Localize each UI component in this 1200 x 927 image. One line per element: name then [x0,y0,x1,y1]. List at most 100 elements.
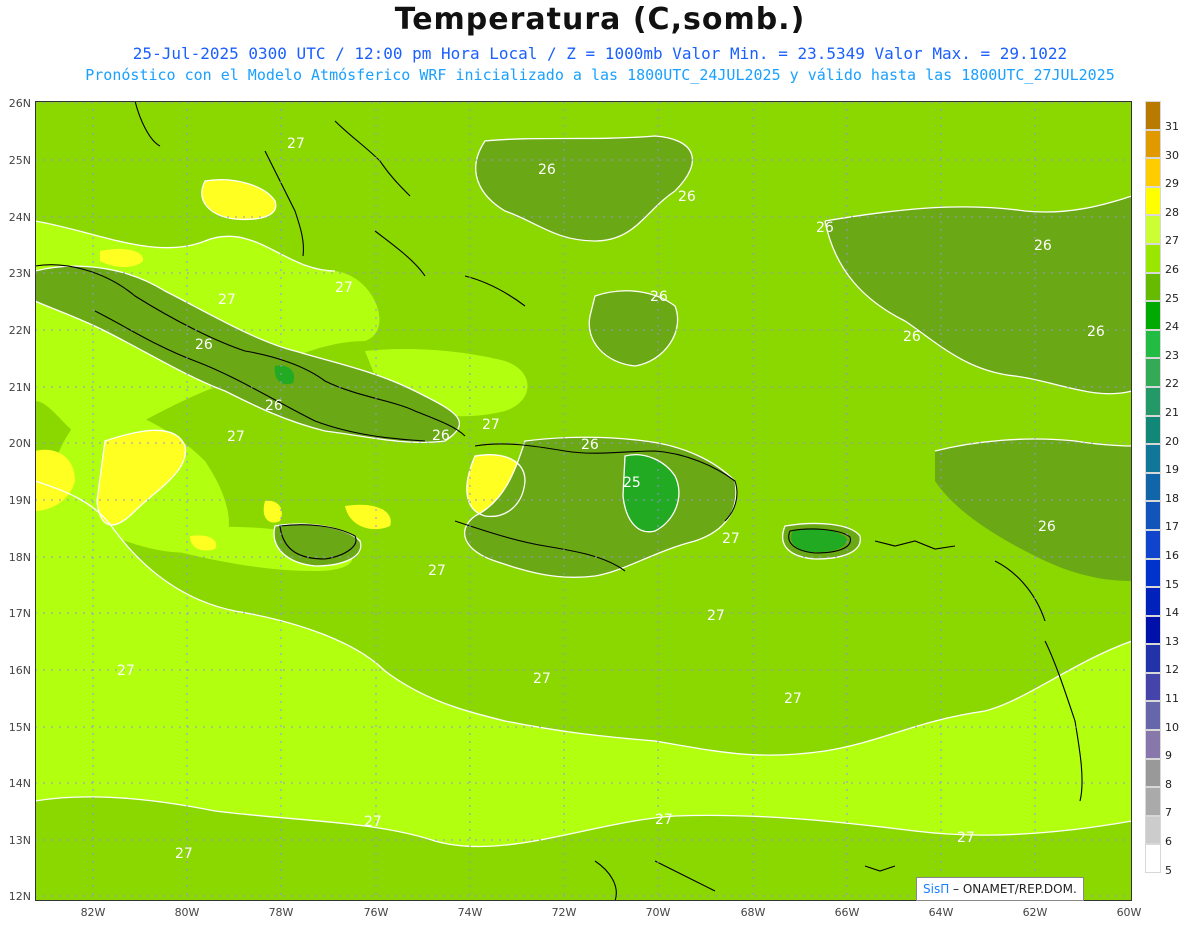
colorbar-label: 12 [1165,663,1179,677]
contour-label: 26 [650,289,668,305]
credit-text: – ONAMET/REP.DOM. [949,882,1077,896]
colorbar-label: 24 [1165,320,1179,334]
colorbar [1145,101,1161,874]
lat-label: 24N [8,211,31,224]
colorbar-swatch [1145,158,1161,187]
lat-label: 12N [8,890,31,903]
colorbar-swatch [1145,787,1161,816]
colorbar-label: 5 [1165,863,1172,877]
colorbar-label: 15 [1165,577,1179,591]
colorbar-label: 21 [1165,406,1179,419]
lon-label: 66W [834,906,860,919]
colorbar-label: 31 [1165,120,1179,133]
colorbar-label: 10 [1165,720,1179,734]
colorbar-swatch [1145,644,1161,673]
colorbar-label: 26 [1165,263,1179,276]
lat-label: 13N [8,834,31,847]
contour-label: 26 [1038,519,1056,535]
colorbar-label: 7 [1165,806,1172,820]
contour-label: 27 [957,830,975,846]
lon-label: 74W [457,906,483,919]
contour-label: 27 [428,563,446,579]
colorbar-label: 11 [1165,692,1179,705]
lat-label: 20N [8,437,31,450]
contour-label: 27 [335,280,353,296]
colorbar-label: 16 [1165,549,1179,562]
colorbar-label: 27 [1165,234,1179,248]
colorbar-swatch [1145,815,1161,845]
colorbar-swatch [1145,444,1161,473]
colorbar-swatch [1145,701,1161,731]
contour-label: 27 [482,417,500,433]
contour-label: 27 [227,429,245,445]
colorbar-swatch [1145,329,1161,359]
colorbar-swatch [1145,243,1161,273]
colorbar-label: 28 [1165,205,1179,219]
lat-label: 14N [8,777,31,790]
colorbar-swatch [1145,415,1161,445]
colorbar-swatch [1145,501,1161,530]
colorbar-label: 25 [1165,291,1179,305]
colorbar-swatch [1145,358,1161,387]
sispi-logo: SisΠ [923,882,950,896]
colorbar-swatch [1145,386,1161,416]
colorbar-label: 13 [1165,634,1179,648]
colorbar-label: 23 [1165,348,1179,362]
colorbar-label: 9 [1165,749,1172,763]
colorbar-swatch [1145,558,1161,588]
colorbar-swatch [1145,758,1161,788]
contour-label: 27 [117,663,135,679]
colorbar-label: 8 [1165,777,1172,791]
colorbar-label: 19 [1165,463,1179,477]
contour-label: 26 [195,337,213,353]
contour-label: 26 [581,437,599,453]
colorbar-label: 18 [1165,491,1179,505]
contour-label: 27 [218,292,236,308]
contour-label: 27 [364,814,382,830]
model-info-subtitle: Pronóstico con el Modelo Atmósferico WRF… [85,66,1115,84]
contour-label: 27 [175,846,193,862]
map-title: Temperatura (C,somb.) [394,2,806,37]
colorbar-label: 29 [1165,177,1179,191]
lon-label: 64W [928,906,954,919]
contour-label: 26 [816,220,834,236]
contour-label: 26 [1087,324,1105,340]
lat-label: 18N [8,551,31,564]
colorbar-label: 20 [1165,434,1179,448]
contour-label: 26 [432,428,450,444]
colorbar-swatch [1145,472,1161,502]
contour-label: 26 [1034,238,1052,254]
colorbar-swatch [1145,529,1161,559]
contour-label: 27 [722,531,740,547]
colorbar-swatch [1145,101,1161,130]
lat-label: 22N [8,324,31,337]
colorbar-label: 30 [1165,148,1179,162]
colorbar-swatch [1145,301,1161,330]
lon-label: 68W [740,906,766,919]
lat-label: 23N [8,267,31,280]
contour-label: 27 [707,608,725,624]
lon-label: 80W [174,906,200,919]
colorbar-swatch [1145,215,1161,244]
lon-label: 82W [80,906,106,919]
lon-label: 60W [1116,906,1142,919]
contour-label: 27 [533,671,551,687]
lat-label: 15N [8,721,31,734]
lat-label: 16N [8,664,31,677]
contour-label: 26 [538,162,556,178]
valid-time-subtitle: 25-Jul-2025 0300 UTC / 12:00 pm Hora Loc… [132,44,1068,63]
colorbar-swatch [1145,730,1161,759]
colorbar-swatch [1145,272,1161,302]
credit-box: SisΠ – ONAMET/REP.DOM. [916,877,1084,901]
contour-label: 27 [655,812,673,828]
lat-label: 17N [8,607,31,620]
lon-label: 78W [268,906,294,919]
contour-label: 26 [265,398,283,414]
colorbar-label: 17 [1165,520,1179,534]
colorbar-swatch [1145,844,1161,874]
colorbar-label: 6 [1165,835,1172,848]
contour-label: 26 [678,189,696,205]
lon-label: 72W [551,906,577,919]
colorbar-swatch [1145,672,1161,702]
lat-label: 26N [8,97,31,110]
